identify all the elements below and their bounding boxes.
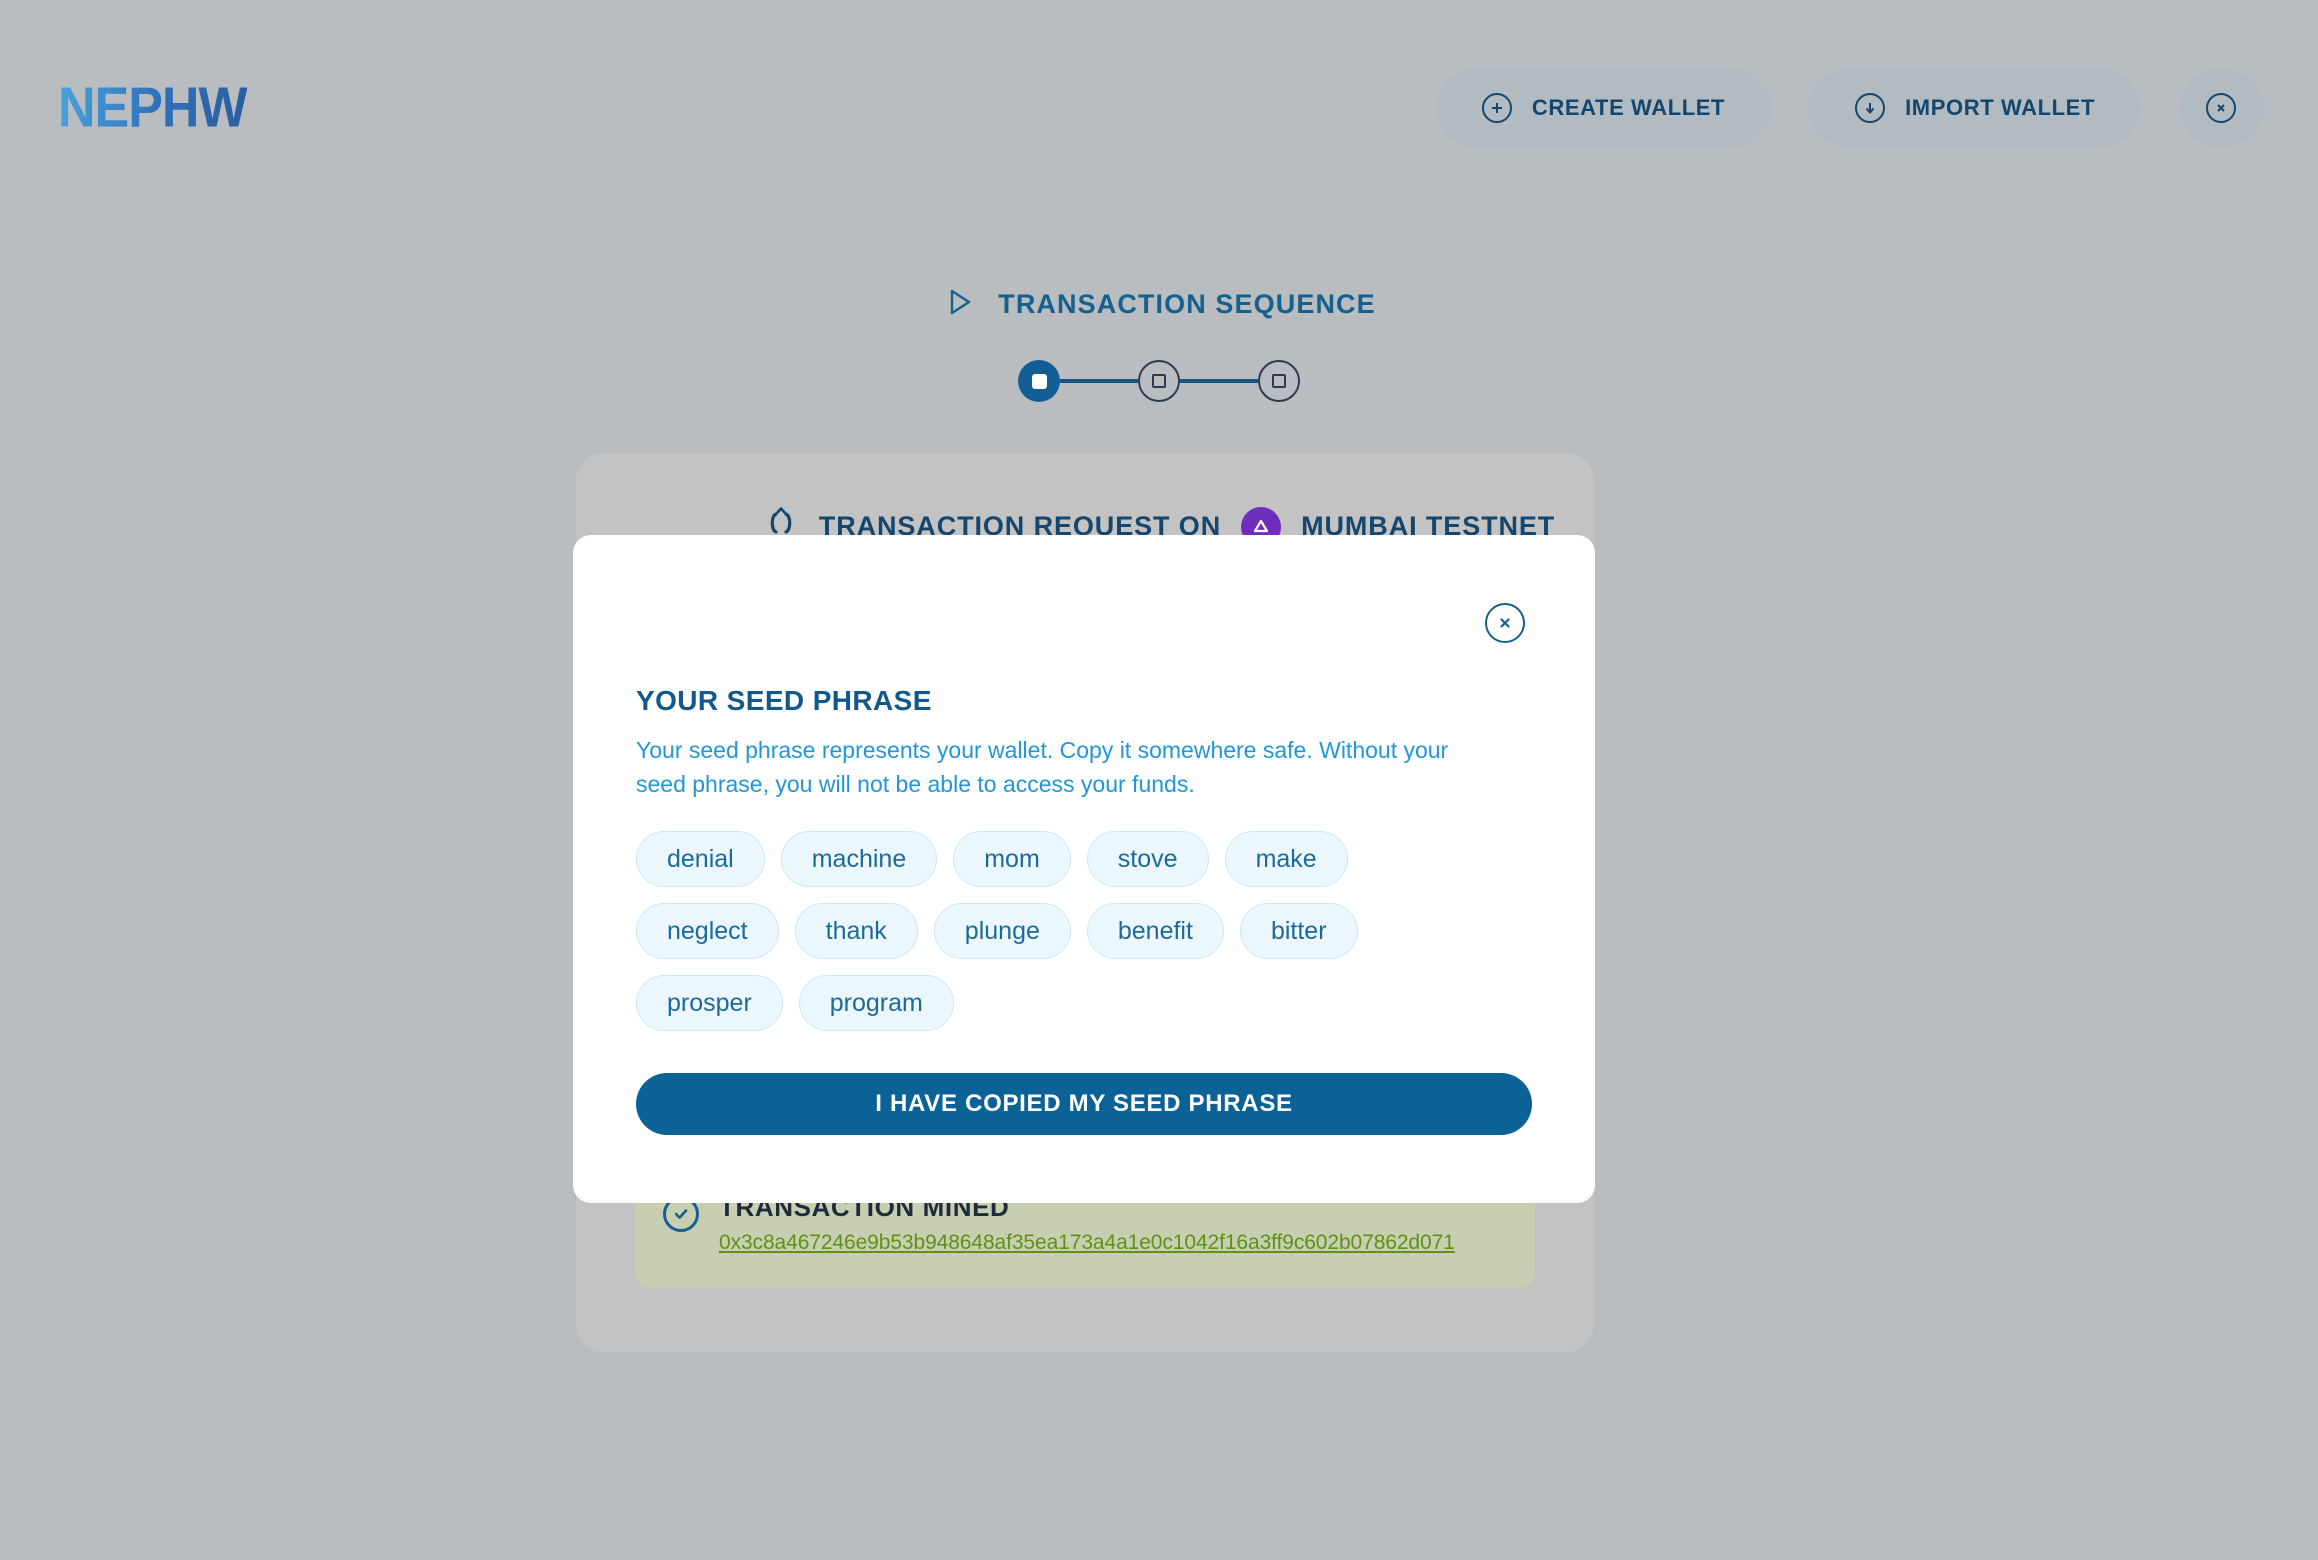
transaction-sequence-title: TRANSACTION SEQUENCE	[998, 289, 1376, 319]
seed-word-chip[interactable]: stove	[1086, 831, 1209, 888]
stepper-connector-2	[1180, 379, 1258, 383]
stepper-step-1[interactable]	[1018, 360, 1060, 402]
download-circle-icon	[1855, 92, 1886, 123]
confirm-seed-phrase-button[interactable]: I HAVE COPIED MY SEED PHRASE	[636, 1073, 1532, 1136]
transaction-stepper	[0, 360, 2318, 402]
seed-word-chip[interactable]: benefit	[1086, 903, 1224, 960]
stepper-step-1-indicator	[1031, 373, 1047, 389]
import-wallet-button[interactable]: IMPORT WALLET	[1809, 68, 2141, 147]
seed-word-chip[interactable]: denial	[636, 831, 765, 888]
seed-word-chip[interactable]: program	[798, 975, 954, 1032]
app-header: NEPHW CREATE WALLET IMPORT WALLET	[0, 0, 2318, 215]
seed-word-chip[interactable]: thank	[794, 903, 918, 960]
plus-circle-icon	[1481, 92, 1512, 123]
header-close-button[interactable]	[2179, 68, 2263, 147]
create-wallet-label: CREATE WALLET	[1531, 94, 1726, 120]
stepper-connector-1	[1060, 379, 1138, 383]
seed-word-chip[interactable]: mom	[953, 831, 1071, 888]
header-actions: CREATE WALLET IMPORT WALLET	[1435, 68, 2263, 147]
modal-close-button[interactable]	[1485, 603, 1525, 643]
modal-description: Your seed phrase represents your wallet.…	[636, 737, 1449, 798]
stepper-step-3-indicator	[1272, 374, 1286, 388]
import-wallet-label: IMPORT WALLET	[1905, 94, 2095, 120]
close-icon	[1500, 618, 1510, 628]
seed-word-chip[interactable]: neglect	[636, 903, 779, 960]
stepper-step-2-indicator	[1152, 374, 1166, 388]
seed-word-chip[interactable]: machine	[780, 831, 938, 888]
play-triangle-icon	[942, 285, 976, 324]
modal-title: YOUR SEED PHRASE	[636, 685, 932, 716]
seed-phrase-modal: YOUR SEED PHRASE Your seed phrase repres…	[573, 535, 1595, 1203]
seed-word-chip[interactable]: bitter	[1239, 903, 1358, 960]
transaction-sequence-header: TRANSACTION SEQUENCE	[0, 285, 2318, 324]
seed-word-chip[interactable]: plunge	[933, 903, 1071, 960]
seed-phrase-word-list: denial machine mom stove make neglect th…	[636, 831, 1416, 1032]
stepper-step-2[interactable]	[1138, 360, 1180, 402]
transaction-hash-link[interactable]: 0x3c8a467246e9b53b948648af35ea173a4a1e0c…	[719, 1231, 1455, 1255]
seed-phrase-modal-body: YOUR SEED PHRASE Your seed phrase repres…	[636, 685, 1532, 1136]
close-circle-icon	[2206, 92, 2236, 123]
app-logo: NEPHW	[58, 76, 248, 139]
seed-word-chip[interactable]: make	[1224, 831, 1348, 888]
seed-word-chip[interactable]: prosper	[636, 975, 783, 1032]
stepper-step-3[interactable]	[1258, 360, 1300, 402]
create-wallet-button[interactable]: CREATE WALLET	[1435, 68, 1772, 147]
